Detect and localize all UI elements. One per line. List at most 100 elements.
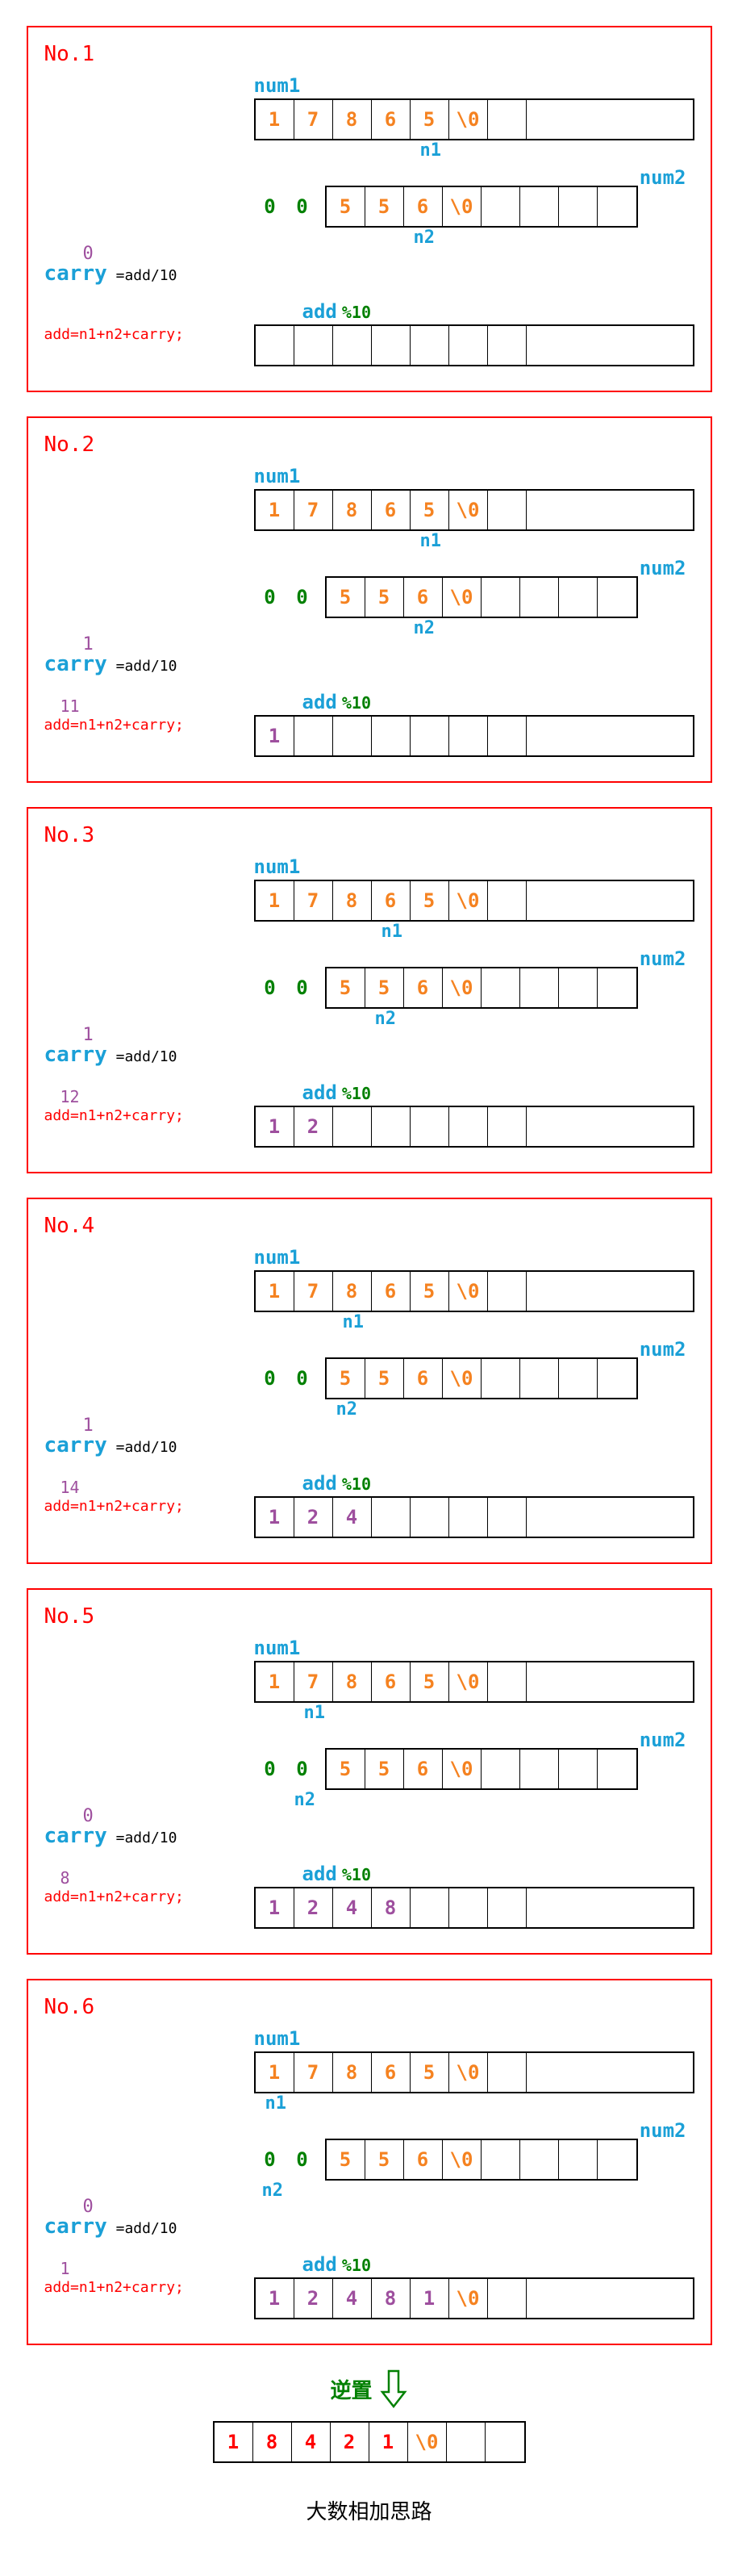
cell: 1 [256, 717, 294, 755]
num2-array: 556\0 [325, 2139, 638, 2181]
cell [488, 881, 527, 920]
cell [520, 1359, 559, 1398]
cell [520, 2140, 559, 2179]
carry-eq: =add/10 [107, 1439, 177, 1456]
carry-expression: 0 carry =add/10 [44, 1824, 254, 1848]
cell: 8 [253, 2423, 292, 2461]
cell [598, 578, 636, 617]
pad-zeros: 0 0 [254, 586, 319, 608]
cell [372, 1107, 411, 1146]
cell: \0 [443, 187, 482, 226]
cell [294, 717, 333, 755]
cell [482, 2140, 520, 2179]
cell [482, 968, 520, 1007]
step-box-3: No.3 num1 17865\0 n1 num2 0 0 556\0 [27, 807, 712, 1173]
cell: 4 [333, 2279, 372, 2318]
mod-label: %10 [342, 303, 371, 322]
pad-zero: 0 [286, 2148, 319, 2171]
cell [333, 326, 372, 365]
cell: \0 [449, 1272, 488, 1311]
cell [527, 881, 565, 920]
cell [520, 578, 559, 617]
mod-label: %10 [342, 2256, 371, 2275]
cell: 6 [372, 881, 411, 920]
cell: \0 [449, 100, 488, 139]
num2-label: num2 [640, 2119, 686, 2142]
cell [598, 1359, 636, 1398]
pad-zero: 0 [286, 586, 319, 608]
cell [482, 187, 520, 226]
cell [527, 491, 565, 529]
add-value: 8 [60, 1868, 70, 1888]
cell [488, 1662, 527, 1701]
cell: \0 [443, 2140, 482, 2179]
add-value: 11 [60, 696, 80, 716]
n2-pointer: n2 [262, 2181, 284, 2201]
num1-label: num1 [254, 1637, 301, 1659]
num2-array: 556\0 [325, 967, 638, 1009]
num1-label: num1 [254, 2027, 301, 2050]
pad-zero: 0 [254, 2148, 286, 2171]
step-box-1: No.1 num1 17865\0 n1 num2 0 0 556\0 [27, 26, 712, 392]
cell: 8 [333, 100, 372, 139]
num2-row: 0 0 556\0 [254, 2139, 694, 2181]
num1-array: 17865\0 [254, 1661, 694, 1703]
num1-array: 17865\0 [254, 1270, 694, 1312]
step-box-4: No.4 num1 17865\0 n1 num2 0 0 556\0 [27, 1198, 712, 1564]
step-number: No.1 [44, 42, 694, 66]
carry-eq: =add/10 [107, 2220, 177, 2237]
num2-label: num2 [640, 1729, 686, 1751]
cell [488, 1107, 527, 1146]
pad-zero: 0 [286, 1758, 319, 1780]
num2-row: 0 0 556\0 [254, 1748, 694, 1790]
final-result-array: 18421\0 [213, 2421, 526, 2463]
cell: 5 [411, 2053, 449, 2092]
num1-label: num1 [254, 465, 301, 487]
cell: \0 [449, 2053, 488, 2092]
carry-eq: =add/10 [107, 1048, 177, 1065]
cell: 5 [327, 968, 365, 1007]
final-section: 逆置 18421\0 [27, 2369, 712, 2463]
carry-value: 1 [83, 634, 94, 654]
carry-value: 0 [83, 244, 94, 264]
num2-row: 0 0 556\0 [254, 186, 694, 228]
add-value: 12 [60, 1087, 80, 1106]
cell: 6 [404, 1750, 443, 1788]
num2-row: 0 0 556\0 [254, 1357, 694, 1399]
cell: 5 [365, 2140, 404, 2179]
cell: 1 [256, 100, 294, 139]
cell: 8 [333, 491, 372, 529]
carry-value: 1 [83, 1025, 94, 1045]
step-number: No.2 [44, 433, 694, 457]
n1-pointer: n1 [420, 140, 442, 161]
cell: 8 [372, 2279, 411, 2318]
add-formula: add=n1+n2+carry; [44, 2279, 184, 2296]
num2-array: 556\0 [325, 1357, 638, 1399]
cell [411, 1888, 449, 1927]
cell [527, 1888, 565, 1927]
cell [559, 1359, 598, 1398]
cell [598, 1750, 636, 1788]
num2-label: num2 [640, 557, 686, 579]
cell [488, 100, 527, 139]
add-label: add [302, 300, 337, 323]
cell: 1 [256, 2279, 294, 2318]
cell [411, 1107, 449, 1146]
reverse-label: 逆置 [330, 2369, 407, 2408]
pad-zeros: 0 0 [254, 976, 319, 999]
cell [488, 717, 527, 755]
pad-zeros: 0 0 [254, 1758, 319, 1780]
cell [449, 1498, 488, 1537]
n2-pointer: n2 [375, 1009, 397, 1029]
cell [527, 2053, 565, 2092]
cell [449, 1888, 488, 1927]
carry-eq: =add/10 [107, 1830, 177, 1846]
cell [520, 187, 559, 226]
cell: 2 [331, 2423, 369, 2461]
cell: 1 [256, 1272, 294, 1311]
cell: 7 [294, 491, 333, 529]
carry-label: carry [44, 652, 107, 676]
cell [527, 717, 565, 755]
cell: 8 [333, 2053, 372, 2092]
add-formula: add=n1+n2+carry; [44, 717, 184, 734]
